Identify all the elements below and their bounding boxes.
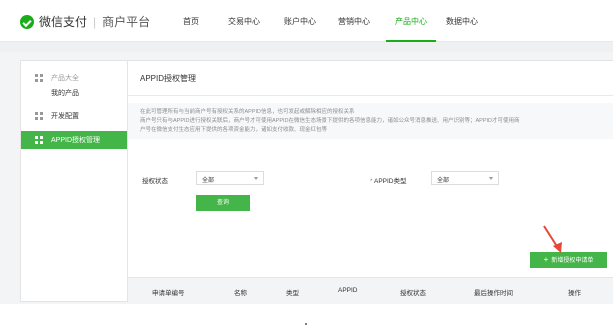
- wechat-pay-icon: [20, 14, 34, 29]
- nav-item-trade[interactable]: 交易中心: [224, 0, 264, 42]
- sidebar-group-title: 产品大全: [51, 75, 79, 82]
- auth-status-value: 全部: [202, 178, 215, 184]
- column-header: 名称: [234, 290, 247, 297]
- appid-type-value: 全部: [437, 178, 450, 184]
- nav-item-home[interactable]: 首页: [176, 0, 206, 42]
- sidebar: 产品大全 我的产品 开发配置 APPID授权管理: [20, 60, 128, 302]
- column-header: 授权状态: [400, 290, 426, 297]
- column-header: 最后操作时间: [474, 290, 513, 297]
- brand-subtitle: 商户平台: [102, 15, 151, 29]
- column-header: 操作: [568, 290, 581, 297]
- top-navbar: 微信支付 | 商户平台 首页 交易中心 账户中心 营销中心 产品中心 数据中心: [0, 0, 613, 42]
- brand-name: 微信支付: [39, 15, 88, 29]
- header-divider: [0, 42, 613, 52]
- chevron-down-icon: [254, 177, 258, 180]
- sidebar-item-appid-auth[interactable]: APPID授权管理: [21, 131, 127, 149]
- sidebar-item-dev-config[interactable]: 开发配置: [21, 107, 127, 125]
- annotation-arrow-icon: [543, 225, 562, 253]
- column-header: 类型: [286, 290, 299, 297]
- page-dot: [305, 323, 307, 325]
- grid-icon: [35, 136, 43, 144]
- sidebar-item-label: 开发配置: [51, 113, 79, 120]
- main-nav: 首页 交易中心 账户中心 营销中心 产品中心 数据中心: [176, 0, 482, 42]
- auth-status-select[interactable]: 全部: [196, 171, 264, 185]
- column-header: APPID: [338, 287, 358, 294]
- add-button-label: 新增授权申请单: [551, 258, 594, 264]
- sidebar-item-my-products[interactable]: 我的产品: [51, 88, 79, 98]
- main-panel: APPID授权管理 在此可管理所有与当前商户号有授权关系的APPID信息，也可发…: [128, 60, 613, 303]
- appid-type-label: * APPID类型: [370, 175, 407, 185]
- brand-logo[interactable]: 微信支付 | 商户平台: [20, 13, 150, 30]
- query-button[interactable]: 查询: [196, 195, 250, 211]
- nav-item-marketing[interactable]: 营销中心: [334, 0, 374, 42]
- brand-separator: |: [93, 14, 97, 29]
- sidebar-group-products: 产品大全 我的产品: [21, 71, 127, 101]
- column-header: 申请单编号: [152, 290, 185, 297]
- grid-icon: [35, 74, 43, 82]
- page-title: APPID授权管理: [140, 74, 197, 83]
- plus-icon: +: [543, 255, 549, 264]
- appid-type-select[interactable]: 全部: [431, 171, 499, 185]
- required-mark: *: [370, 178, 373, 185]
- nav-item-data[interactable]: 数据中心: [442, 0, 482, 42]
- chevron-down-icon: [489, 177, 493, 180]
- nav-item-product[interactable]: 产品中心: [386, 0, 436, 42]
- description-line: 商户号只有与APPID进行授权关联后，商户号才可使用APPID在微信生态场景下提…: [140, 118, 520, 124]
- add-auth-request-button[interactable]: + 新增授权申请单: [530, 252, 607, 268]
- nav-item-account[interactable]: 账户中心: [280, 0, 320, 42]
- description-box: 在此可管理所有与当前商户号有授权关系的APPID信息，也可发起或解除相应的授权关…: [128, 103, 613, 139]
- description-line: 在此可管理所有与当前商户号有授权关系的APPID信息，也可发起或解除相应的授权关…: [140, 109, 355, 115]
- description-line: 户号在微信支付生态应用下提供的各项资金能力，诸如支付收款、现金红包等: [140, 127, 328, 133]
- title-divider: [128, 95, 613, 96]
- table-header: 申请单编号 名称 类型 APPID 授权状态 最后操作时间 操作: [128, 277, 613, 303]
- appid-type-label-text: APPID类型: [373, 178, 407, 185]
- sidebar-item-label: APPID授权管理: [51, 137, 101, 144]
- auth-status-label: 授权状态: [142, 178, 168, 185]
- grid-icon: [35, 112, 43, 120]
